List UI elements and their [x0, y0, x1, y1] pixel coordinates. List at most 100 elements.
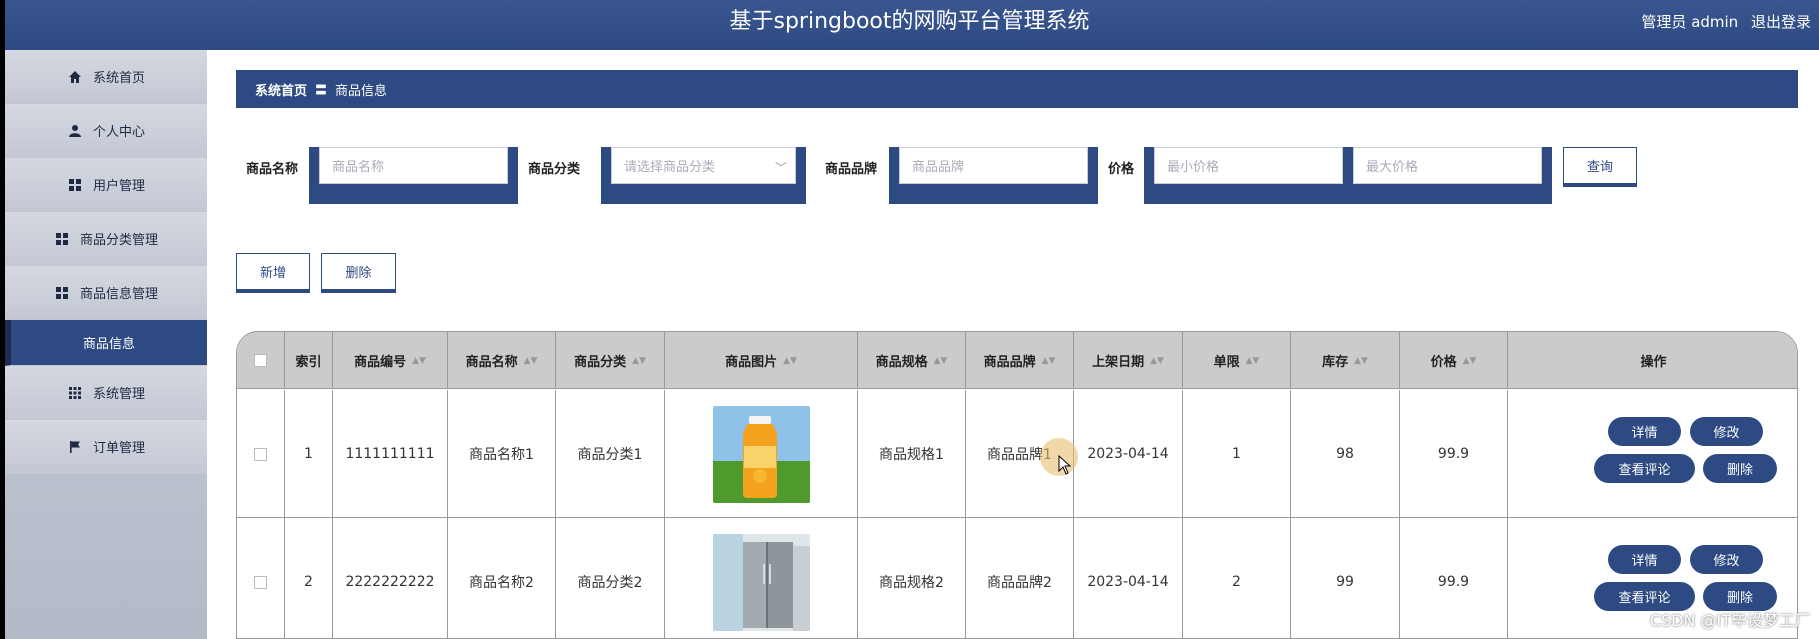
row-checkbox-cell — [237, 390, 285, 518]
sidebar-item-label: 订单管理 — [92, 441, 145, 456]
col-brand[interactable]: 商品品牌 ▲▼ — [966, 332, 1074, 389]
row-actions: 详情 修改 查看评论 删除 — [1513, 390, 1797, 518]
sidebar-item-users[interactable]: 用户管理 — [5, 158, 207, 212]
admin-label: 管理员 admin — [1641, 13, 1739, 31]
brand-input[interactable]: 商品品牌 — [899, 147, 1088, 184]
sort-icon: ▲▼ — [1462, 355, 1477, 366]
cell-stock: 99 — [1291, 518, 1400, 638]
cell-spec: 商品规格1 — [858, 390, 966, 518]
app-title: 基于springboot的网购平台管理系统 — [729, 9, 1090, 34]
breadcrumb-current: 商品信息 — [335, 83, 388, 99]
cell-category: 商品分类1 — [556, 390, 665, 518]
col-stock[interactable]: 库存 ▲▼ — [1291, 332, 1400, 389]
refrigerator-image[interactable] — [712, 533, 810, 631]
home-icon — [67, 69, 83, 85]
detail-button[interactable]: 详情 — [1608, 417, 1681, 446]
query-button[interactable]: 查询 — [1563, 147, 1637, 184]
breadcrumb: 系统首页 〓 商品信息 — [236, 70, 1798, 108]
col-code[interactable]: 商品编号 ▲▼ — [333, 332, 448, 389]
brand-label: 商品品牌 — [825, 162, 878, 177]
cell-price: 99.9 — [1400, 390, 1508, 518]
cell-index: 1 — [285, 390, 333, 518]
cell-category: 商品分类2 — [556, 518, 665, 638]
table-row: 2 2222222222 商品名称2 商品分类2 商品规格2 商品品牌2 202… — [237, 518, 1797, 638]
col-spec[interactable]: 商品规格 ▲▼ — [858, 332, 966, 389]
sidebar: 系统首页 个人中心 用户管理 商品分类管理 商品信息管理 商品信息 系统管理 订… — [5, 50, 207, 639]
sort-icon: ▲▼ — [632, 355, 646, 366]
sidebar-item-label: 商品分类管理 — [79, 233, 158, 248]
row-checkbox[interactable] — [254, 447, 267, 461]
sort-icon: ▲▼ — [1354, 355, 1368, 366]
max-price-input[interactable]: 最大价格 — [1353, 147, 1542, 184]
cell-name: 商品名称1 — [448, 390, 556, 518]
sidebar-item-label: 商品信息 — [82, 337, 135, 352]
cell-index: 2 — [285, 518, 333, 638]
grid-icon — [54, 285, 70, 301]
sidebar-item-home[interactable]: 系统首页 — [5, 50, 207, 104]
logout-link[interactable]: 退出登录 — [1751, 13, 1811, 31]
flag-icon — [67, 439, 83, 455]
sidebar-item-category-mgmt[interactable]: 商品分类管理 — [5, 212, 207, 266]
sidebar-item-label: 系统首页 — [92, 71, 145, 86]
sidebar-item-system[interactable]: 系统管理 — [5, 366, 207, 420]
category-placeholder: 请选择商品分类 — [624, 160, 716, 175]
select-all-checkbox[interactable] — [254, 354, 267, 367]
sort-icon: ▲▼ — [412, 355, 426, 366]
sidebar-item-orders[interactable]: 订单管理 — [5, 420, 207, 474]
col-image[interactable]: 商品图片 ▲▼ — [665, 332, 858, 389]
cell-name: 商品名称2 — [448, 518, 556, 638]
row-checkbox-cell — [237, 518, 285, 638]
edit-button[interactable]: 修改 — [1690, 417, 1763, 446]
cell-code: 2222222222 — [333, 518, 448, 638]
cell-limit: 2 — [1183, 518, 1291, 638]
sidebar-item-profile[interactable]: 个人中心 — [5, 104, 207, 158]
cell-image — [665, 390, 858, 518]
cell-date: 2023-04-14 — [1074, 518, 1183, 638]
sidebar-item-product-mgmt[interactable]: 商品信息管理 — [5, 266, 207, 320]
sidebar-item-label: 系统管理 — [92, 387, 145, 402]
cell-brand: 商品品牌2 — [966, 518, 1074, 638]
col-limit[interactable]: 单限 ▲▼ — [1183, 332, 1291, 389]
col-price[interactable]: 价格 ▲▼ — [1400, 332, 1508, 389]
grid-icon — [67, 177, 83, 193]
col-actions: 操作 — [1640, 355, 1667, 370]
col-name[interactable]: 商品名称 ▲▼ — [448, 332, 556, 389]
price-label: 价格 — [1108, 162, 1135, 177]
product-name-input[interactable]: 商品名称 — [319, 147, 508, 184]
mouse-cursor-icon — [1058, 455, 1072, 475]
view-comments-button[interactable]: 查看评论 — [1594, 454, 1695, 483]
user-icon — [67, 123, 83, 139]
sort-icon: ▲▼ — [783, 355, 797, 366]
sort-icon: ▲▼ — [1150, 355, 1164, 366]
sort-icon: ▲▼ — [1245, 355, 1260, 366]
sidebar-item-label: 用户管理 — [92, 179, 145, 194]
edit-button[interactable]: 修改 — [1690, 545, 1763, 574]
table-row: 1 1111111111 商品名称1 商品分类1 商品规格1 商品品牌1 202… — [237, 390, 1797, 518]
category-select[interactable]: 请选择商品分类 ﹀ — [611, 147, 796, 184]
cell-code: 1111111111 — [333, 390, 448, 518]
cell-spec: 商品规格2 — [858, 518, 966, 638]
cell-image — [665, 518, 858, 638]
col-category[interactable]: 商品分类 ▲▼ — [556, 332, 665, 389]
col-date[interactable]: 上架日期 ▲▼ — [1074, 332, 1183, 389]
user-area: 管理员 admin 退出登录 — [1633, 0, 1811, 44]
delete-button[interactable]: 删除 — [321, 253, 396, 290]
cell-stock: 98 — [1291, 390, 1400, 518]
col-index: 索引 — [285, 332, 333, 389]
add-button[interactable]: 新增 — [236, 253, 310, 290]
sidebar-item-product-info[interactable]: 商品信息 — [5, 320, 207, 366]
sidebar-item-label: 商品信息管理 — [79, 287, 158, 302]
table-header: 索引 商品编号 ▲▼ 商品名称 ▲▼ 商品分类 ▲▼ 商品图片 ▲▼ 商品规格 ▲▼ 商品… — [237, 332, 1797, 389]
detail-button[interactable]: 详情 — [1608, 545, 1681, 574]
grid-icon — [54, 231, 70, 247]
cell-price: 99.9 — [1400, 518, 1508, 638]
row-checkbox[interactable] — [254, 575, 267, 589]
sort-icon: ▲▼ — [933, 355, 948, 366]
cell-limit: 1 — [1183, 390, 1291, 518]
min-price-input[interactable]: 最小价格 — [1154, 147, 1343, 184]
orange-juice-image[interactable] — [712, 405, 810, 503]
top-header: 基于springboot的网购平台管理系统 管理员 admin 退出登录 — [0, 0, 1819, 639]
breadcrumb-home[interactable]: 系统首页 — [255, 80, 307, 99]
row-delete-button[interactable]: 删除 — [1703, 454, 1777, 483]
watermark: CSDN @IT毕设梦工厂 — [1649, 611, 1811, 630]
